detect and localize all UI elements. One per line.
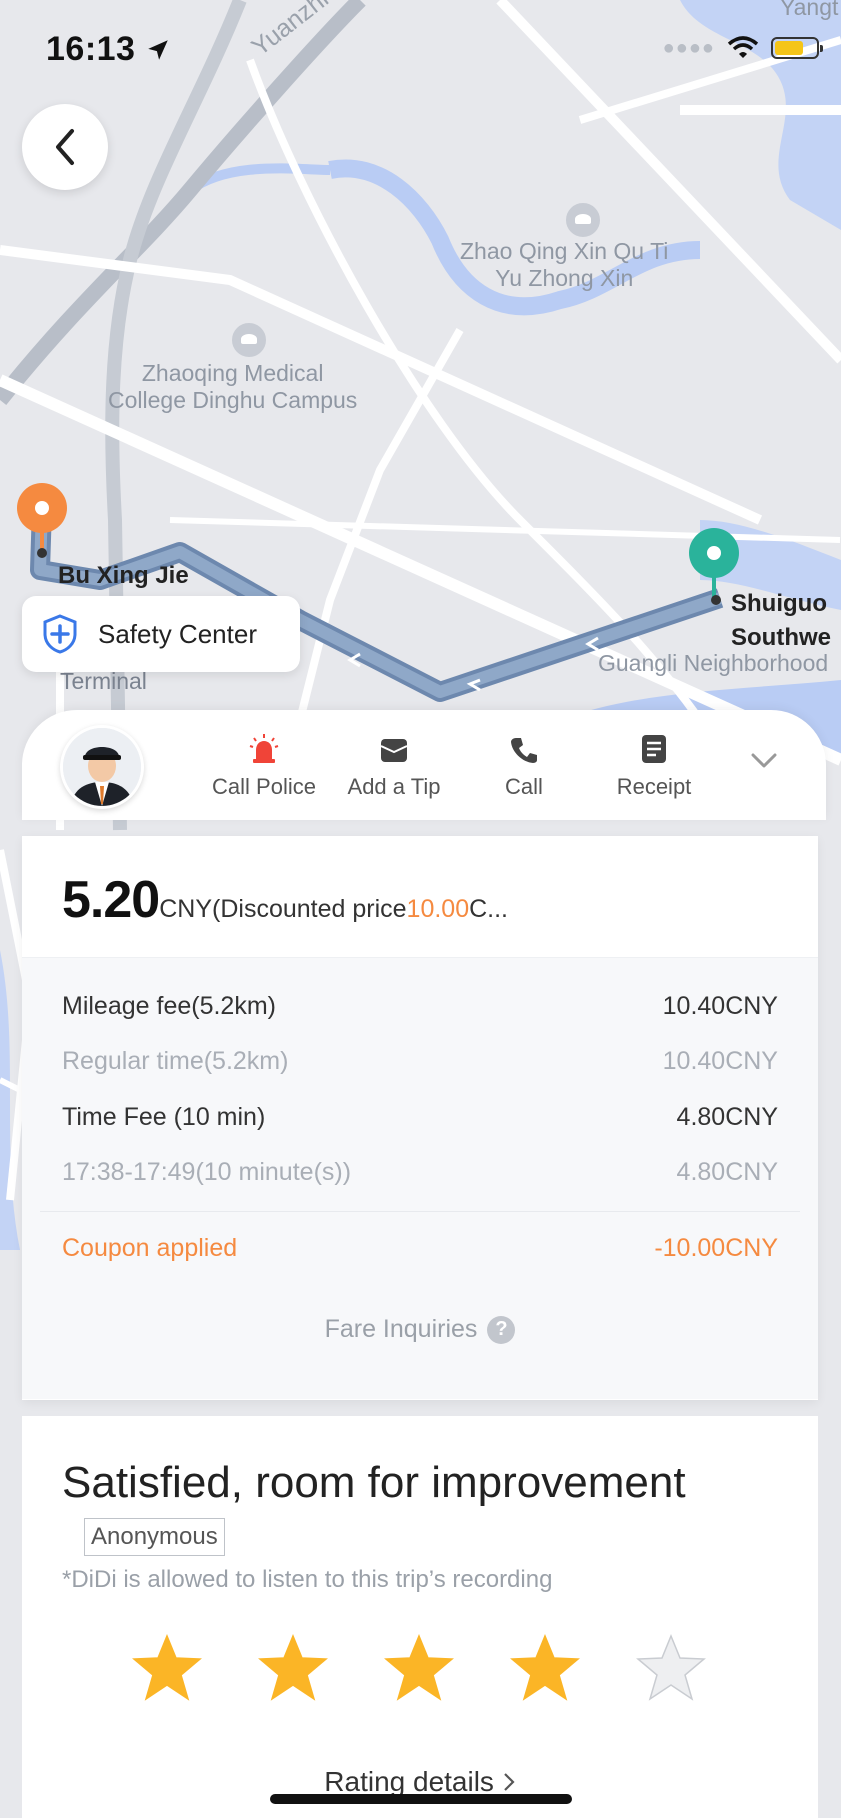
safety-center-button[interactable]: Safety Center — [22, 596, 300, 672]
fare-unit: CNY — [159, 895, 213, 923]
add-tip-label: Add a Tip — [347, 774, 441, 799]
start-pin-center — [35, 501, 49, 515]
map-label-yangtai: Yangt — [780, 0, 839, 20]
anonymous-tag[interactable]: Anonymous — [84, 1518, 225, 1556]
map-highway-2 — [105, 0, 247, 831]
trip-action-bar: Call Police Add a Tip Call Receipt — [22, 710, 826, 820]
safety-center-label: Safety Center — [98, 618, 257, 649]
original-price: 10.00 — [406, 895, 470, 923]
map-label-start: Bu Xing Jie — [58, 562, 189, 589]
signal-icon: ●●●● — [662, 36, 715, 59]
phone-icon — [511, 738, 537, 763]
driver-avatar[interactable] — [60, 725, 144, 809]
receipt-icon — [642, 735, 666, 763]
status-time: 16:13 — [46, 30, 171, 69]
fare-row-label: 17:38-17:49(10 minute(s)) — [62, 1158, 352, 1186]
driver-avatar-icon — [63, 728, 141, 806]
question-icon: ? — [487, 1315, 516, 1344]
rating-card: Satisfied, room for improvement Anonymou… — [22, 1416, 818, 1818]
discount-prefix: (Discounted price — [212, 895, 407, 923]
fare-summary[interactable]: 5.20 CNY (Discounted price 10.00 C... — [22, 836, 818, 958]
alarm-icon — [249, 734, 279, 763]
end-pin-center — [707, 546, 721, 560]
rating-details-label: Rating details — [324, 1766, 494, 1797]
fare-inquiries-label: Fare Inquiries — [324, 1315, 478, 1343]
rating-title: Satisfied, room for improvement — [62, 1458, 686, 1507]
location-arrow-icon — [148, 40, 169, 60]
fare-card: 5.20 CNY (Discounted price 10.00 C... Mi… — [22, 836, 818, 1400]
fare-row-label: Time Fee (10 min) — [62, 1103, 266, 1131]
coupon-row: Coupon applied -10.00CNY — [62, 1234, 778, 1263]
fare-row-value: 4.80CNY — [676, 1158, 778, 1186]
battery-fill — [775, 41, 803, 55]
coupon-label: Coupon applied — [62, 1234, 238, 1262]
star-empty-icon[interactable] — [636, 1634, 706, 1702]
fare-row-time-fee: Time Fee (10 min) 4.80CNY — [62, 1103, 778, 1132]
fare-row-value: 4.80CNY — [676, 1103, 778, 1131]
coupon-value: -10.00CNY — [654, 1234, 778, 1262]
star-rating[interactable] — [132, 1634, 706, 1702]
fare-row-label: Regular time(5.2km) — [62, 1047, 289, 1075]
fare-total: 5.20 — [62, 871, 160, 929]
star-filled-icon[interactable] — [132, 1634, 202, 1702]
discount-suffix: C... — [469, 895, 509, 923]
map-label-sports-center: Zhao Qing Xin Qu Ti Yu Zhong Xin — [460, 238, 669, 291]
map-label-destination-2: Southwe — [731, 624, 831, 651]
call-label: Call — [505, 774, 543, 799]
start-pin-dot — [37, 548, 47, 558]
college-poi-icon — [229, 320, 269, 360]
fare-inquiries-link[interactable]: Fare Inquiries ? — [62, 1315, 778, 1344]
star-filled-icon[interactable] — [384, 1634, 454, 1702]
add-tip-button[interactable]: Add a Tip — [329, 732, 459, 800]
fare-row-time-range: 17:38-17:49(10 minute(s)) 4.80CNY — [62, 1158, 778, 1187]
call-police-button[interactable]: Call Police — [199, 732, 329, 800]
status-time-text: 16:13 — [46, 30, 136, 68]
end-pin-dot — [711, 595, 721, 605]
status-indicators: ●●●● — [662, 36, 823, 60]
call-driver-button[interactable]: Call — [459, 732, 589, 800]
envelope-icon — [380, 739, 408, 762]
fare-row-mileage: Mileage fee(5.2km) 10.40CNY — [62, 992, 778, 1021]
fare-row-label: Mileage fee(5.2km) — [62, 992, 276, 1020]
fare-row-value: 10.40CNY — [662, 992, 778, 1020]
chevron-down-icon — [751, 753, 777, 768]
map-label-destination: Shuiguo — [731, 590, 827, 617]
chevron-right-icon — [503, 1773, 515, 1791]
map-label-terminal: Terminal — [60, 668, 147, 694]
back-button[interactable] — [22, 104, 108, 190]
map-label-medical-college: Zhaoqing Medical College Dinghu Campus — [108, 360, 358, 413]
fare-breakdown: Mileage fee(5.2km) 10.40CNY Regular time… — [22, 958, 818, 1399]
receipt-label: Receipt — [616, 774, 692, 799]
expand-actions-button[interactable] — [750, 752, 778, 775]
fare-row-regular-time: Regular time(5.2km) 10.40CNY — [62, 1047, 778, 1076]
receipt-button[interactable]: Receipt — [589, 732, 719, 800]
fare-row-value: 10.40CNY — [662, 1047, 778, 1075]
call-police-label: Call Police — [212, 774, 316, 799]
shield-icon — [43, 614, 77, 654]
chevron-left-icon — [56, 129, 74, 165]
star-filled-icon[interactable] — [258, 1634, 328, 1702]
battery-icon — [771, 37, 823, 59]
recording-note: *DiDi is allowed to listen to this trip’… — [62, 1566, 553, 1593]
wifi-icon — [727, 36, 759, 58]
star-filled-icon[interactable] — [510, 1634, 580, 1702]
sports-center-poi-icon — [563, 200, 603, 240]
map-label-guangli: Guangli Neighborhood — [598, 650, 829, 676]
home-indicator — [270, 1794, 572, 1804]
